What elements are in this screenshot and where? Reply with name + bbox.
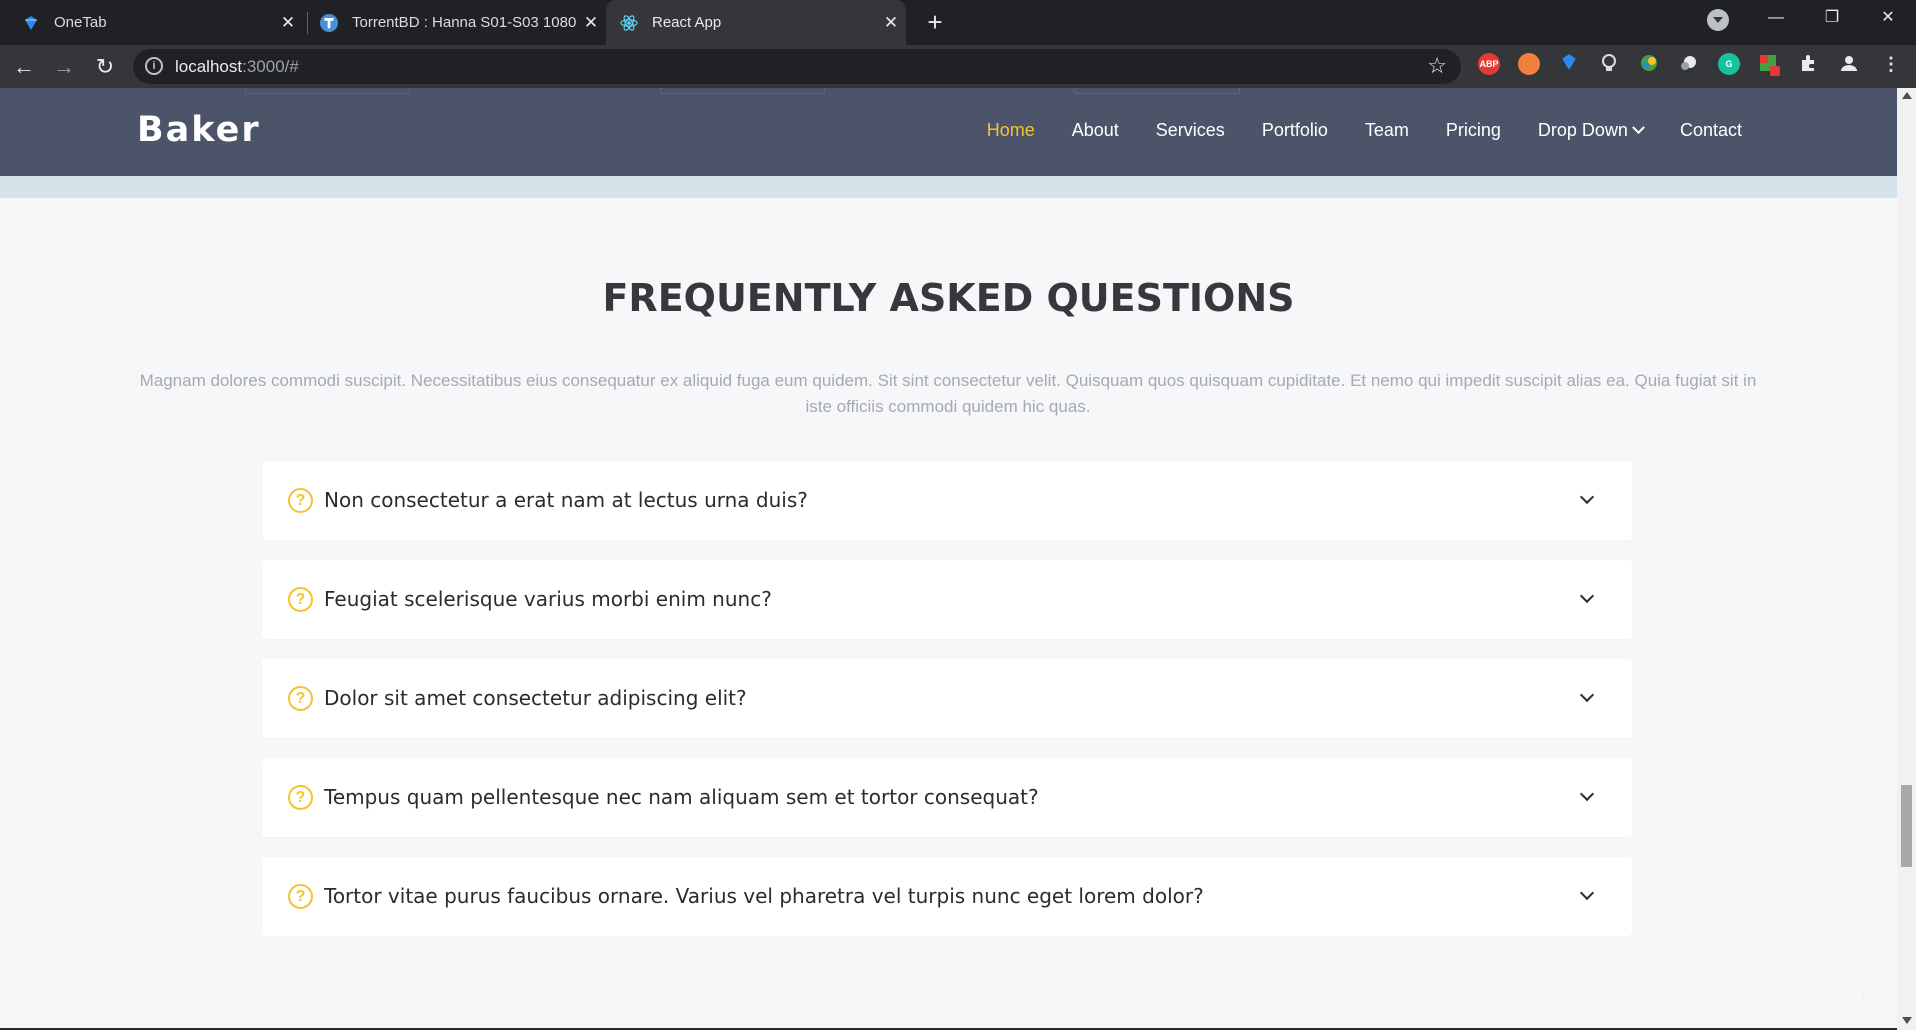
- nav-home[interactable]: Home: [987, 120, 1035, 141]
- faq-question: Non consectetur a erat nam at lectus urn…: [324, 488, 808, 512]
- chevron-down-icon[interactable]: [1579, 489, 1595, 505]
- nav-dropdown-label: Drop Down: [1537, 120, 1628, 140]
- back-arrow-icon[interactable]: ←: [7, 50, 41, 84]
- chevron-down-icon[interactable]: [1579, 885, 1595, 901]
- translate-icon[interactable]: [1758, 53, 1780, 76]
- url-path: :3000/#: [242, 57, 299, 76]
- tab-close-icon[interactable]: ✕: [576, 13, 606, 33]
- forward-arrow-icon[interactable]: →: [47, 50, 81, 84]
- color-icon[interactable]: [1638, 53, 1660, 75]
- adblock-plus-icon[interactable]: ABP: [1478, 53, 1500, 75]
- nav-services[interactable]: Services: [1156, 120, 1225, 141]
- address-url[interactable]: localhost:3000/#: [175, 57, 299, 77]
- scrollbar-thumb[interactable]: [1901, 785, 1912, 867]
- url-host: localhost: [175, 57, 243, 76]
- page-viewport: Baker Home About Services Portfolio Team…: [0, 88, 1897, 1030]
- chevron-down-icon[interactable]: [1579, 786, 1595, 802]
- faq-title: FREQUENTLY ASKED QUESTIONS: [602, 276, 1295, 320]
- chevron-down-icon[interactable]: [1579, 588, 1595, 604]
- faq-item[interactable]: ? Tempus quam pellentesque nec nam aliqu…: [262, 758, 1632, 837]
- site-logo[interactable]: Baker: [137, 110, 261, 150]
- tab-torrentbd[interactable]: TorrentBD : Hanna S01-S03 1080p ✕: [308, 0, 606, 45]
- header-ghost-shape: [245, 88, 410, 94]
- main-nav: Home About Services Portfolio Team Prici…: [987, 120, 1742, 141]
- browser-toolbar: ← → ↻ i localhost:3000/# ☆: [0, 45, 1916, 88]
- nav-pricing[interactable]: Pricing: [1446, 120, 1501, 141]
- faq-question: Feugiat scelerisque varius morbi enim nu…: [324, 587, 772, 611]
- account-icon[interactable]: [1838, 53, 1860, 75]
- bookmark-star-icon[interactable]: ☆: [1427, 53, 1447, 79]
- faq-item[interactable]: ? Dolor sit amet consectetur adipiscing …: [262, 659, 1632, 738]
- tab-onetab[interactable]: OneTab ✕: [0, 0, 303, 45]
- nav-team[interactable]: Team: [1365, 120, 1409, 141]
- close-window-button[interactable]: ✕: [1860, 0, 1916, 36]
- tab-close-icon[interactable]: ✕: [273, 13, 303, 33]
- tab-title: OneTab: [54, 14, 107, 31]
- onetab-favicon-icon: [22, 14, 40, 32]
- tab-react-app[interactable]: React App ✕: [606, 0, 906, 45]
- bulb-icon[interactable]: [1598, 53, 1620, 75]
- nav-contact[interactable]: Contact: [1680, 120, 1742, 141]
- nav-dropdown[interactable]: Drop Down: [1537, 120, 1645, 141]
- puzzle-icon[interactable]: [1798, 53, 1820, 75]
- site-header: Baker Home About Services Portfolio Team…: [0, 88, 1897, 176]
- question-circle-icon: ?: [288, 686, 313, 711]
- minimize-button[interactable]: —: [1748, 0, 1804, 36]
- faq-description: Magnam dolores commodi suscipit. Necessi…: [139, 371, 1757, 416]
- faq-item[interactable]: ? Non consectetur a erat nam at lectus u…: [262, 461, 1632, 540]
- tab-close-icon[interactable]: ✕: [876, 13, 906, 33]
- scroll-down-arrow-icon[interactable]: [1902, 1017, 1912, 1024]
- rss-icon[interactable]: [1518, 53, 1540, 75]
- torrentbd-favicon-icon: [320, 13, 338, 32]
- restore-button[interactable]: ❐: [1804, 0, 1860, 36]
- address-bar[interactable]: i localhost:3000/# ☆: [133, 49, 1461, 84]
- faq-item[interactable]: ? Feugiat scelerisque varius morbi enim …: [262, 560, 1632, 639]
- onetab-icon[interactable]: [1558, 53, 1580, 75]
- tab-search-icon[interactable]: [1707, 9, 1729, 31]
- faq-question: Tempus quam pellentesque nec nam aliquam…: [324, 785, 1039, 809]
- site-info-icon[interactable]: i: [145, 57, 163, 75]
- back-to-top-icon[interactable]: ↑: [1858, 982, 1869, 1008]
- grammarly-icon[interactable]: G: [1718, 53, 1740, 75]
- faq-item[interactable]: ? Tortor vitae purus faucibus ornare. Va…: [262, 857, 1632, 936]
- chevron-down-icon[interactable]: [1579, 687, 1595, 703]
- question-circle-icon: ?: [288, 785, 313, 810]
- nav-portfolio[interactable]: Portfolio: [1262, 120, 1328, 141]
- tab-title: TorrentBD : Hanna S01-S03 1080p: [352, 14, 576, 31]
- chevron-down-icon: [1632, 121, 1645, 135]
- header-ghost-shape: [1075, 88, 1240, 94]
- question-circle-icon: ?: [288, 884, 313, 909]
- faq-question: Dolor sit amet consectetur adipiscing el…: [324, 686, 747, 710]
- ghost-icon[interactable]: [1678, 53, 1700, 75]
- question-circle-icon: ?: [288, 587, 313, 612]
- page-scrollbar[interactable]: [1897, 88, 1916, 1030]
- reload-icon[interactable]: ↻: [88, 50, 122, 84]
- browser-tab-strip: OneTab ✕ TorrentBD : Hanna S01-S03 1080p…: [0, 0, 1916, 45]
- faq-list: ? Non consectetur a erat nam at lectus u…: [262, 461, 1632, 956]
- question-circle-icon: ?: [288, 488, 313, 513]
- scroll-up-arrow-icon[interactable]: [1902, 92, 1912, 99]
- tab-title: React App: [652, 14, 722, 31]
- nav-about[interactable]: About: [1072, 120, 1119, 141]
- header-ghost-shape: [660, 88, 825, 94]
- faq-question: Tortor vitae purus faucibus ornare. Vari…: [324, 884, 1204, 908]
- menu-kebab-icon[interactable]: ⋮: [1880, 53, 1902, 75]
- react-favicon-icon: [620, 14, 638, 32]
- new-tab-button[interactable]: +: [918, 5, 952, 39]
